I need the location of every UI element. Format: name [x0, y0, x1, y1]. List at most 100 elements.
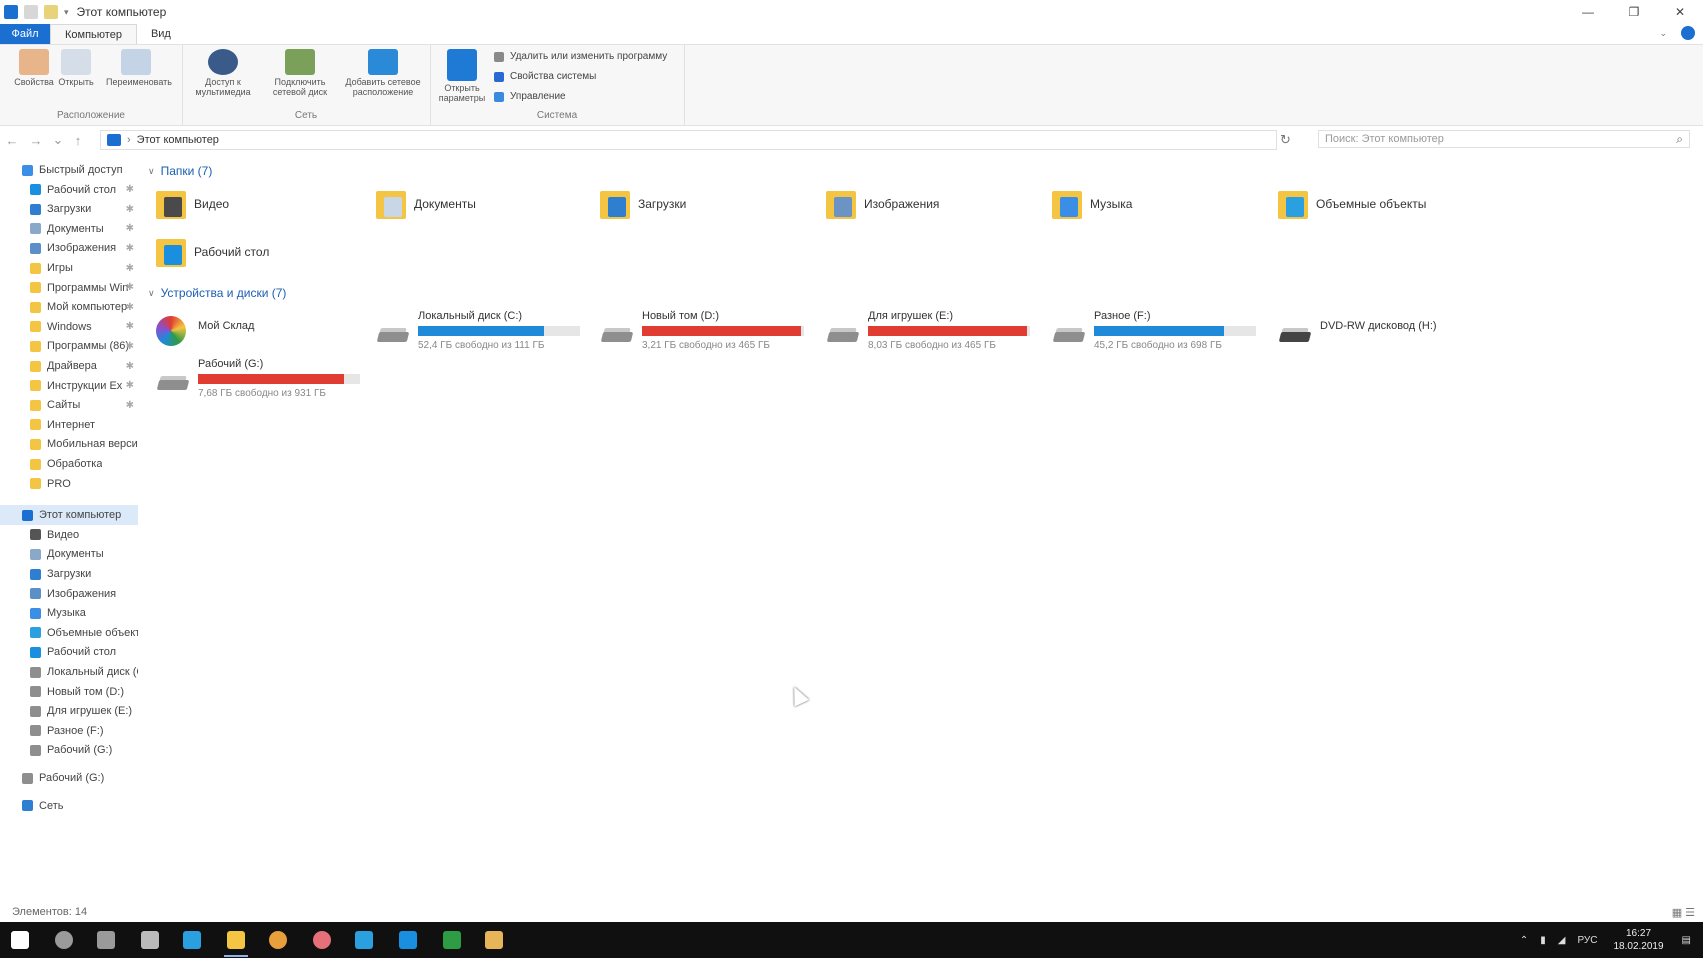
- taskbar-edge-button[interactable]: [180, 928, 204, 952]
- taskbar-photos-button[interactable]: [310, 928, 334, 952]
- pin-icon[interactable]: ✱: [126, 341, 134, 352]
- sidebar-item[interactable]: Рабочий стол ✱: [0, 180, 138, 200]
- add-network-location-button[interactable]: Добавить сетевое расположение: [340, 49, 426, 97]
- search-input[interactable]: Поиск: Этот компьютер ⌕: [1318, 130, 1690, 148]
- sidebar-item[interactable]: Инструкции Ex ✱: [0, 376, 138, 396]
- pin-icon[interactable]: ✱: [126, 223, 134, 234]
- drive-item[interactable]: Разное (F:) 45,2 ГБ свободно из 698 ГБ: [1052, 310, 1272, 354]
- volume-icon[interactable]: ◢: [1558, 935, 1566, 946]
- drives-section-header[interactable]: ∨ Устройства и диски (7): [148, 286, 286, 300]
- view-toggle-icons[interactable]: ▦ ☰: [1672, 906, 1695, 919]
- network-icon[interactable]: ▮: [1540, 935, 1546, 946]
- language-indicator[interactable]: РУС: [1577, 935, 1597, 946]
- address-bar[interactable]: › Этот компьютер: [100, 130, 1277, 150]
- sidebar-item[interactable]: Обработка: [0, 454, 138, 474]
- sidebar-item[interactable]: Windows ✱: [0, 317, 138, 337]
- new-folder-quick-icon[interactable]: [44, 5, 58, 19]
- tab-view[interactable]: Вид: [137, 24, 185, 44]
- pin-icon[interactable]: ✱: [126, 400, 134, 411]
- quick-access-dropdown-icon[interactable]: ▾: [64, 7, 69, 18]
- sidebar-item[interactable]: Изображения ✱: [0, 238, 138, 258]
- pin-icon[interactable]: ✱: [126, 243, 134, 254]
- drive-item[interactable]: Новый том (D:) 3,21 ГБ свободно из 465 ГБ: [600, 310, 820, 354]
- media-access-button[interactable]: Доступ к мультимедиа: [186, 49, 260, 97]
- folder-item[interactable]: Документы: [376, 182, 586, 226]
- taskbar-chrome-button[interactable]: [266, 928, 290, 952]
- sidebar-item[interactable]: Изображения: [0, 584, 138, 604]
- taskbar-search-button[interactable]: [52, 928, 76, 952]
- uninstall-program-button[interactable]: Удалить или изменить программу: [494, 51, 667, 62]
- sidebar-item[interactable]: Новый том (D:): [0, 682, 138, 702]
- tab-computer[interactable]: Компьютер: [50, 23, 137, 45]
- folder-item[interactable]: Музыка: [1052, 182, 1262, 226]
- folder-item[interactable]: Изображения: [826, 182, 1036, 226]
- drive-item[interactable]: Мой Склад: [156, 310, 376, 354]
- folder-item[interactable]: Загрузки: [600, 182, 810, 226]
- taskbar-app-button[interactable]: [482, 928, 506, 952]
- sidebar-item[interactable]: Видео: [0, 525, 138, 545]
- breadcrumb-chevron-icon[interactable]: ›: [127, 134, 131, 146]
- refresh-icon[interactable]: ↻: [1280, 132, 1291, 148]
- clock[interactable]: 16:27 18.02.2019: [1613, 927, 1663, 953]
- ribbon-collapse-icon[interactable]: ⌄: [1659, 28, 1667, 39]
- pin-icon[interactable]: ✱: [126, 263, 134, 274]
- sidebar-item[interactable]: Программы Win ✱: [0, 278, 138, 298]
- pin-icon[interactable]: ✱: [126, 204, 134, 215]
- folder-item[interactable]: Рабочий стол: [156, 230, 366, 274]
- up-button[interactable]: ↑: [68, 133, 88, 148]
- recent-locations-icon[interactable]: ⌄: [48, 132, 68, 148]
- sidebar-item[interactable]: Документы: [0, 544, 138, 564]
- pin-icon[interactable]: ✱: [126, 380, 134, 391]
- sidebar-item[interactable]: Игры ✱: [0, 258, 138, 278]
- minimize-button[interactable]: —: [1565, 0, 1611, 24]
- sidebar-item[interactable]: Загрузки: [0, 564, 138, 584]
- notifications-icon[interactable]: ▤: [1682, 935, 1691, 946]
- sidebar-item[interactable]: Сеть: [0, 796, 138, 816]
- tab-file[interactable]: Файл: [0, 24, 50, 44]
- sidebar-item[interactable]: Мой компьютер ✱: [0, 297, 138, 317]
- taskbar-skype-button[interactable]: [352, 928, 376, 952]
- taskbar-taskview-button[interactable]: [94, 928, 118, 952]
- sidebar-item[interactable]: Мобильная версия: [0, 434, 138, 454]
- folder-item[interactable]: Объемные объекты: [1278, 182, 1488, 226]
- open-button[interactable]: Открыть: [46, 49, 106, 87]
- sidebar-item[interactable]: Для игрушек (E:): [0, 701, 138, 721]
- sidebar-item[interactable]: Интернет: [0, 415, 138, 435]
- sidebar-item[interactable]: Документы ✱: [0, 219, 138, 239]
- sidebar-item[interactable]: Загрузки ✱: [0, 199, 138, 219]
- map-network-drive-button[interactable]: Подключить сетевой диск: [262, 49, 338, 97]
- sidebar-item[interactable]: Этот компьютер: [0, 505, 138, 526]
- taskbar-mail-button[interactable]: [396, 928, 420, 952]
- maximize-button[interactable]: ❐: [1611, 0, 1657, 24]
- drive-item[interactable]: DVD-RW дисковод (H:): [1278, 310, 1498, 354]
- folder-item[interactable]: Видео: [156, 182, 366, 226]
- pin-icon[interactable]: ✱: [126, 282, 134, 293]
- close-button[interactable]: ✕: [1657, 0, 1703, 24]
- sidebar-item[interactable]: Сайты ✱: [0, 395, 138, 415]
- help-icon[interactable]: [1681, 26, 1695, 40]
- sidebar-item[interactable]: Драйвера ✱: [0, 356, 138, 376]
- sidebar-item[interactable]: Рабочий (G:): [0, 768, 138, 788]
- sidebar-item[interactable]: Программы (86) ✱: [0, 336, 138, 356]
- pin-icon[interactable]: ✱: [126, 361, 134, 372]
- drive-item[interactable]: Рабочий (G:) 7,68 ГБ свободно из 931 ГБ: [156, 358, 376, 402]
- taskbar-explorer-button[interactable]: [224, 928, 248, 957]
- drive-item[interactable]: Локальный диск (C:) 52,4 ГБ свободно из 1…: [376, 310, 596, 354]
- tray-overflow-icon[interactable]: ⌃: [1520, 935, 1528, 946]
- forward-button[interactable]: →: [24, 133, 48, 148]
- sidebar-item[interactable]: Разное (F:): [0, 721, 138, 741]
- taskbar-start-button[interactable]: [8, 928, 32, 952]
- taskbar-excel-button[interactable]: [440, 928, 464, 952]
- pin-icon[interactable]: ✱: [126, 321, 134, 332]
- system-properties-button[interactable]: Свойства системы: [494, 71, 596, 82]
- pin-icon[interactable]: ✱: [126, 184, 134, 195]
- back-button[interactable]: ←: [0, 133, 24, 148]
- sidebar-item[interactable]: Музыка: [0, 603, 138, 623]
- rename-button[interactable]: Переименовать: [106, 49, 172, 87]
- manage-button[interactable]: Управление: [494, 91, 566, 102]
- open-settings-button[interactable]: Открыть параметры: [432, 49, 492, 103]
- breadcrumb-path[interactable]: Этот компьютер: [137, 134, 219, 146]
- sidebar-item[interactable]: Рабочий стол: [0, 642, 138, 662]
- sidebar-item[interactable]: PRO: [0, 474, 138, 494]
- pin-icon[interactable]: ✱: [126, 302, 134, 313]
